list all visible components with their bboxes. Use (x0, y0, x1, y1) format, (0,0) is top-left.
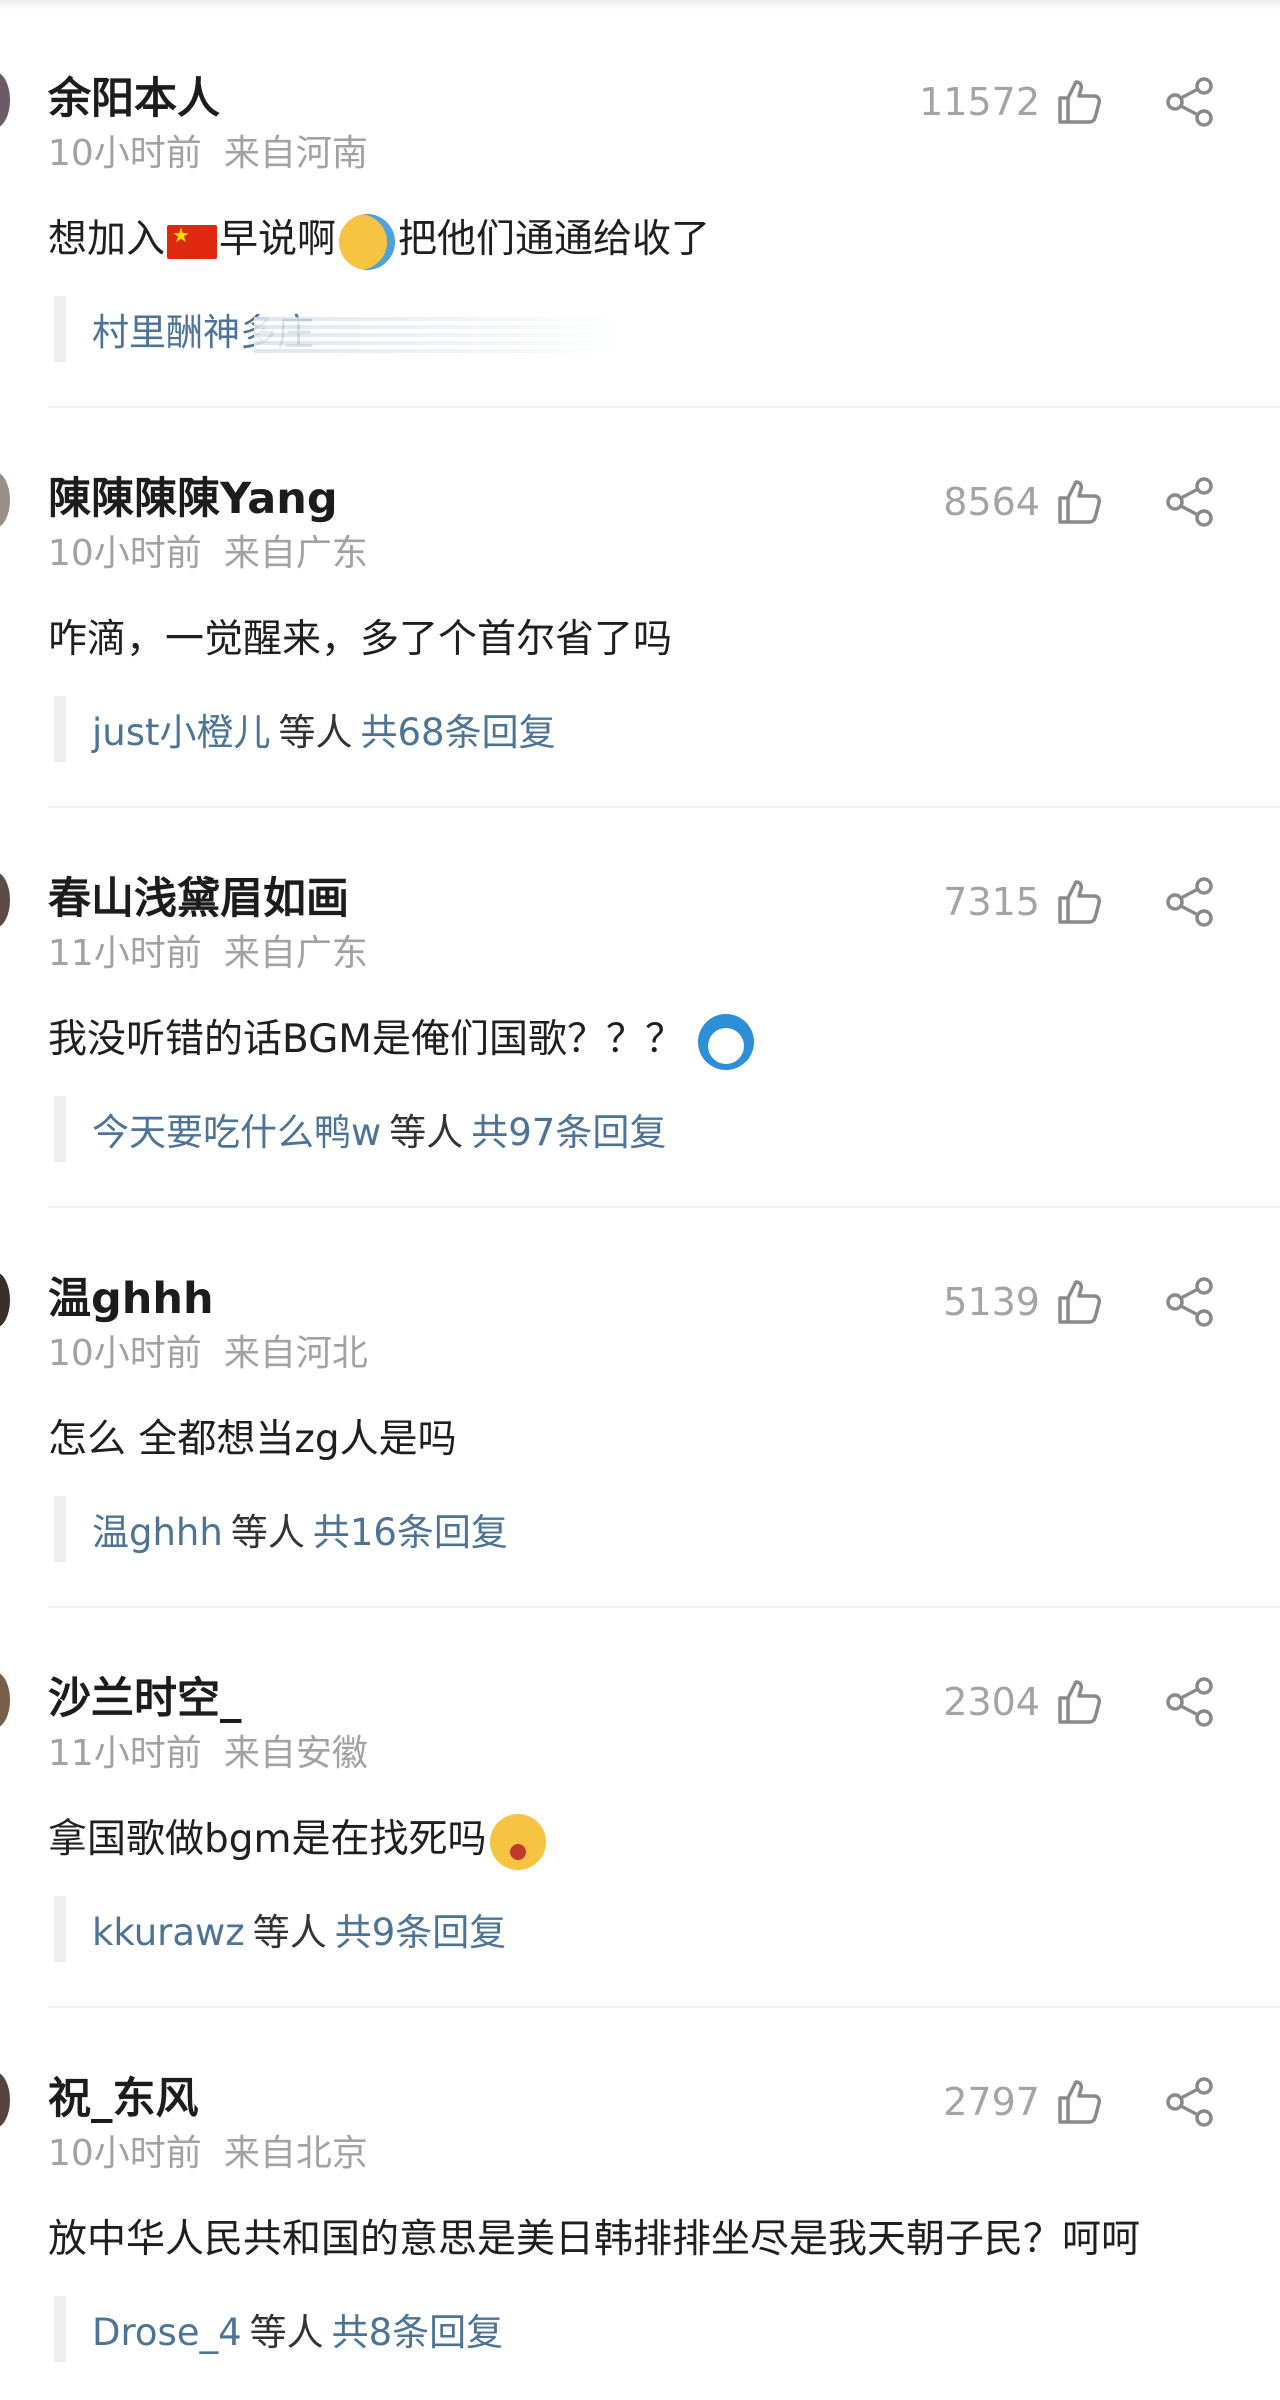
reply-quote-bar (54, 696, 66, 762)
reply-user[interactable]: 今天要吃什么鸭w (92, 1111, 381, 1154)
comment-time: 10小时前 (48, 133, 202, 174)
reply-total-link[interactable]: 共9条回复 (335, 1911, 507, 1954)
reply-preview[interactable]: 今天要吃什么鸭w 等人 共97条回复 (92, 1102, 666, 1156)
comment-meta: 10小时前 来自河南 (48, 124, 368, 176)
reply-user[interactable]: kkurawz (92, 1911, 245, 1954)
comment-location: 来自北京 (223, 2133, 368, 2174)
thumbs-up-icon[interactable] (1054, 2076, 1104, 2126)
reply-user[interactable]: 温ghhh (92, 1511, 223, 1554)
avatar[interactable] (0, 1672, 10, 1728)
avatar[interactable] (0, 72, 10, 128)
reply-total-link[interactable]: 共97条回复 (471, 1111, 666, 1154)
thumbs-up-icon[interactable] (1054, 876, 1104, 926)
reply-suffix: 等人 (278, 711, 353, 754)
reply-user[interactable]: Drose_4 (92, 2311, 242, 2354)
comment-text: 我没听错的话BGM是俺们国歌？？？ (48, 1008, 757, 1070)
thumbs-up-icon[interactable] (1054, 476, 1104, 526)
comment-meta: 10小时前 来自北京 (48, 2124, 368, 2176)
comment-item: 陳陳陳陳Yang 10小时前 来自广东 咋滴，一觉醒来，多了个首尔省了吗 8564… (0, 400, 1280, 808)
shocked-face-icon (489, 1813, 546, 1870)
comment-location: 来自广东 (223, 533, 368, 574)
share-icon[interactable] (1164, 476, 1216, 528)
avatar[interactable] (0, 872, 10, 928)
comment-text: 拿国歌做bgm是在找死吗 (48, 1808, 549, 1870)
thumbs-up-icon[interactable] (1054, 1676, 1104, 1726)
comment-location: 来自河北 (223, 1333, 368, 1374)
share-icon[interactable] (1164, 2076, 1216, 2128)
avatar[interactable] (0, 1272, 10, 1328)
username[interactable]: 沙兰时空_ (48, 1664, 242, 1726)
comment-meta: 10小时前 来自广东 (48, 524, 368, 576)
reply-preview[interactable]: just小橙儿 等人 共68条回复 (92, 702, 556, 756)
comment-text-part: 早说啊 (219, 217, 337, 262)
username[interactable]: 春山浅黛眉如画 (48, 864, 349, 926)
avatar[interactable] (0, 2072, 10, 2128)
comment-location: 来自广东 (223, 933, 368, 974)
reply-preview[interactable]: 温ghhh 等人 共16条回复 (92, 1502, 508, 1556)
comment-text: 放中华人民共和国的意思是美日韩排排坐尽是我天朝子民？呵呵 (48, 2217, 1141, 2262)
comment-meta: 10小时前 来自河北 (48, 1324, 368, 1376)
crying-laughing-face-icon (339, 213, 396, 270)
reply-suffix: 等人 (389, 1111, 464, 1154)
like-count: 2797 (943, 2080, 1040, 2124)
like-count: 5139 (943, 1280, 1040, 1324)
china-flag-icon (167, 223, 218, 259)
avatar[interactable] (0, 472, 10, 528)
thumbs-up-icon[interactable] (1054, 76, 1104, 126)
reply-preview[interactable]: kkurawz 等人 共9条回复 (92, 1902, 506, 1956)
comment-location: 来自河南 (223, 133, 368, 174)
share-icon[interactable] (1164, 1276, 1216, 1328)
reply-total-link[interactable]: 共8条回复 (332, 2311, 504, 2354)
reply-quote-bar (54, 296, 66, 362)
username[interactable]: 陳陳陳陳Yang (48, 464, 338, 526)
username[interactable]: 余阳本人 (48, 64, 220, 126)
comment-text: 怎么 全都想当zg人是吗 (48, 1417, 457, 1462)
comment-meta: 11小时前 来自安徽 (48, 1724, 368, 1776)
reply-total-link[interactable]: 共16条回复 (313, 1511, 508, 1554)
comment-time: 11小时前 (48, 933, 202, 974)
reply-preview[interactable]: 村里酬神多庄 (92, 302, 634, 356)
comment-text-part: 我没听错的话BGM是俺们国歌？？？ (48, 1017, 684, 1062)
comment-text-part: 拿国歌做bgm是在找死吗 (48, 1817, 487, 1862)
comment-time: 10小时前 (48, 1333, 202, 1374)
comment-item: 祝_东风 10小时前 来自北京 放中华人民共和国的意思是美日韩排排坐尽是我天朝子民… (0, 2000, 1280, 2400)
reply-quote-bar (54, 1896, 66, 1962)
reply-fade-overlay (254, 316, 634, 353)
share-icon[interactable] (1164, 76, 1216, 128)
username[interactable]: 温ghhh (48, 1264, 214, 1326)
comment-text-part: 想加入 (48, 217, 166, 262)
like-count: 7315 (943, 880, 1040, 924)
comment-location: 来自安徽 (223, 1733, 368, 1774)
reply-suffix: 等人 (252, 1911, 327, 1954)
reply-suffix: 等人 (249, 2311, 324, 2354)
thumbs-up-icon[interactable] (1054, 1276, 1104, 1326)
comment-item: 温ghhh 10小时前 来自河北 怎么 全都想当zg人是吗 5139 温ghhh 等… (0, 1200, 1280, 1608)
share-icon[interactable] (1164, 1676, 1216, 1728)
comment-text: 咋滴，一觉醒来，多了个首尔省了吗 (48, 617, 673, 662)
reply-total-link[interactable]: 共68条回复 (361, 711, 556, 754)
share-icon[interactable] (1164, 876, 1216, 928)
like-count: 11572 (919, 80, 1040, 124)
reply-preview[interactable]: Drose_4 等人 共8条回复 (92, 2302, 503, 2356)
comment-time: 10小时前 (48, 2133, 202, 2174)
comment-item: 春山浅黛眉如画 11小时前 来自广东 我没听错的话BGM是俺们国歌？？？ 7315… (0, 800, 1280, 1208)
reply-user[interactable]: just小橙儿 (92, 711, 271, 754)
comment-text: 想加入 早说啊 把他们通通给收了 (48, 208, 710, 270)
comment-text-part: 把他们通通给收了 (398, 217, 711, 262)
reply-quote-bar (54, 2296, 66, 2362)
username[interactable]: 祝_东风 (48, 2064, 199, 2126)
like-count: 8564 (943, 480, 1040, 524)
comment-item: 沙兰时空_ 11小时前 来自安徽 拿国歌做bgm是在找死吗 2304 kkuraw… (0, 1600, 1280, 2008)
comment-item: 余阳本人 10小时前来自河南 想加入 早说啊 把他们通通给收了 11572 村里酬神… (0, 0, 1280, 408)
reply-quote-bar (54, 1496, 66, 1562)
doraemon-face-icon (697, 1013, 754, 1070)
comment-meta: 11小时前 来自广东 (48, 924, 368, 976)
comment-time: 11小时前 (48, 1733, 202, 1774)
reply-quote-bar (54, 1096, 66, 1162)
like-count: 2304 (943, 1680, 1040, 1724)
reply-suffix: 等人 (230, 1511, 305, 1554)
comment-time: 10小时前 (48, 533, 202, 574)
